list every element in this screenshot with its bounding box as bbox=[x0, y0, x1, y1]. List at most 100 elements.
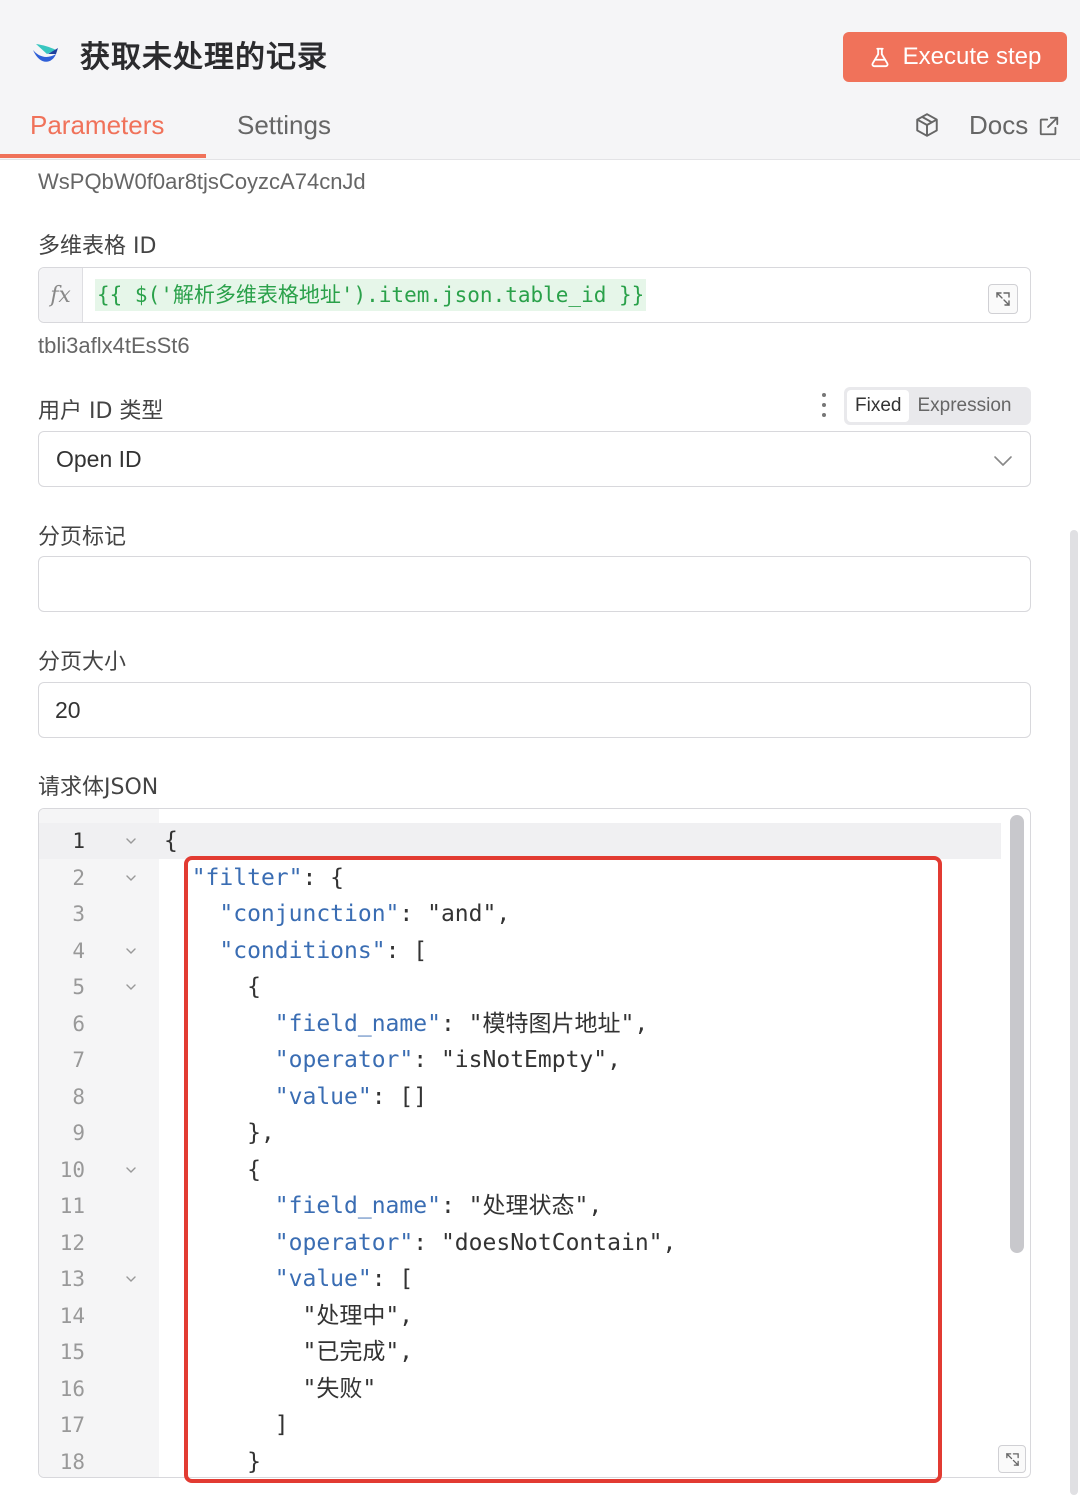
code-text: "conjunction": "and", bbox=[219, 901, 511, 927]
user-id-type-select[interactable]: Open ID bbox=[38, 431, 1031, 487]
code-line[interactable]: 9 }, bbox=[39, 1115, 1001, 1151]
toggle-expression[interactable]: Expression bbox=[909, 390, 1019, 422]
table-id-resolved-value: tbli3aflx4tEsSt6 bbox=[38, 333, 190, 358]
code-text: { bbox=[164, 974, 261, 1000]
code-text: "operator": "isNotEmpty", bbox=[274, 1047, 621, 1073]
tab-settings[interactable]: Settings bbox=[237, 110, 331, 141]
more-options-icon[interactable] bbox=[818, 393, 830, 417]
line-number: 8 bbox=[72, 1084, 85, 1109]
fold-arrow-icon[interactable] bbox=[125, 1273, 137, 1285]
code-text: "field_name": "模特图片地址", bbox=[274, 1010, 649, 1037]
code-line[interactable]: 11 "field_name": "处理状态", bbox=[39, 1188, 1001, 1224]
feishu-logo-icon bbox=[33, 44, 58, 62]
panel-scrollbar[interactable] bbox=[1070, 530, 1078, 1495]
fixed-expression-toggle: Fixed Expression bbox=[844, 387, 1031, 425]
flask-icon bbox=[871, 47, 889, 68]
chevron-down-icon bbox=[994, 456, 1012, 466]
code-line[interactable]: 5 { bbox=[39, 969, 1001, 1005]
json-code-editor[interactable]: 1{2 "filter": {3 "conjunction": "and", 4 … bbox=[38, 808, 1031, 1478]
parameters-panel: WsPQbW0f0ar8tjsCoyzcA74cnJd 多维表格 ID fx {… bbox=[0, 160, 1080, 1495]
line-number: 11 bbox=[59, 1194, 85, 1218]
line-number: 9 bbox=[72, 1121, 85, 1145]
line-number: 16 bbox=[59, 1376, 85, 1401]
code-text: "处理中", bbox=[164, 1302, 414, 1329]
node-header: 获取未处理的记录 Execute step Parameters Setting… bbox=[0, 0, 1080, 160]
code-line[interactable]: 3 "conjunction": "and", bbox=[39, 896, 1001, 932]
line-number: 15 bbox=[59, 1340, 85, 1364]
editor-expand-icon[interactable] bbox=[998, 1445, 1026, 1473]
code-text: "value": [ bbox=[274, 1266, 414, 1292]
code-text: "失败" bbox=[164, 1375, 377, 1402]
code-line[interactable]: 16 "失败" bbox=[39, 1371, 1001, 1407]
user-id-type-value: Open ID bbox=[56, 446, 142, 472]
node-title: 获取未处理的记录 bbox=[80, 40, 328, 75]
code-line[interactable]: 7 "operator": "isNotEmpty", bbox=[39, 1042, 1001, 1078]
expand-icon[interactable] bbox=[988, 284, 1018, 314]
fold-arrow-icon[interactable] bbox=[125, 945, 137, 957]
code-line[interactable]: 15 "已完成", bbox=[39, 1334, 1001, 1370]
page-token-field[interactable] bbox=[39, 557, 1030, 611]
line-number: 14 bbox=[59, 1303, 85, 1328]
toggle-fixed[interactable]: Fixed bbox=[847, 390, 910, 422]
line-number: 10 bbox=[59, 1157, 85, 1182]
code-text: "operator": "doesNotContain", bbox=[274, 1229, 677, 1256]
fx-icon: fx bbox=[39, 268, 83, 322]
line-number: 17 bbox=[59, 1413, 85, 1437]
code-line[interactable]: 1{ bbox=[39, 823, 1001, 859]
code-line[interactable]: 18 } bbox=[39, 1444, 1001, 1478]
line-number: 3 bbox=[72, 902, 85, 926]
line-number: 18 bbox=[59, 1449, 85, 1474]
code-line[interactable]: 8 "value": [] bbox=[39, 1079, 1001, 1115]
docs-link[interactable]: Docs bbox=[969, 110, 1060, 141]
page-token-input[interactable] bbox=[38, 556, 1031, 612]
line-number: 2 bbox=[72, 865, 85, 890]
code-line[interactable]: 6 "field_name": "模特图片地址", bbox=[39, 1006, 1001, 1042]
code-text: }, bbox=[164, 1120, 275, 1146]
code-text: "field_name": "处理状态", bbox=[274, 1193, 603, 1219]
docs-label: Docs bbox=[969, 110, 1029, 140]
external-link-icon bbox=[1040, 116, 1059, 135]
code-line[interactable]: 12 "operator": "doesNotContain", bbox=[39, 1225, 1001, 1261]
code-line[interactable]: 10 { bbox=[39, 1152, 1001, 1188]
code-text: { bbox=[164, 828, 178, 854]
fold-arrow-icon[interactable] bbox=[125, 981, 137, 993]
code-text: "conditions": [ bbox=[219, 937, 428, 964]
page-token-label: 分页标记 bbox=[38, 525, 127, 550]
line-number: 5 bbox=[72, 975, 85, 999]
code-line[interactable]: 14 "处理中", bbox=[39, 1298, 1001, 1334]
header-top: 获取未处理的记录 Execute step bbox=[0, 0, 1080, 100]
code-text: "已完成", bbox=[164, 1339, 414, 1365]
code-line[interactable]: 2 "filter": { bbox=[39, 860, 1001, 896]
tab-bar: Parameters Settings Docs bbox=[0, 100, 1080, 160]
tab-parameters[interactable]: Parameters bbox=[30, 110, 164, 141]
code-line[interactable]: 4 "conditions": [ bbox=[39, 933, 1001, 969]
editor-scrollbar[interactable] bbox=[1010, 815, 1024, 1253]
fold-arrow-icon[interactable] bbox=[125, 835, 137, 847]
execute-step-label: Execute step bbox=[902, 43, 1042, 70]
body-json-label: 请求体JSON bbox=[38, 775, 159, 800]
line-number: 4 bbox=[72, 938, 85, 963]
user-id-type-label: 用户 ID 类型 bbox=[38, 399, 164, 424]
table-id-expression[interactable]: {{ $('解析多维表格地址').item.json.table_id }} bbox=[95, 279, 647, 311]
fold-arrow-icon[interactable] bbox=[125, 1164, 137, 1176]
table-id-label: 多维表格 ID bbox=[38, 234, 157, 259]
code-line[interactable]: 17 ] bbox=[39, 1407, 1001, 1443]
page-size-input[interactable] bbox=[38, 682, 1031, 738]
line-number: 7 bbox=[72, 1048, 85, 1072]
code-text: } bbox=[164, 1448, 261, 1475]
line-number: 13 bbox=[59, 1267, 85, 1291]
code-text: "value": [] bbox=[274, 1083, 428, 1110]
code-line[interactable]: 13 "value": [ bbox=[39, 1261, 1001, 1297]
page-size-field[interactable] bbox=[39, 683, 1030, 737]
table-id-expression-field[interactable]: fx {{ $('解析多维表格地址').item.json.table_id }… bbox=[38, 267, 1031, 323]
line-number: 6 bbox=[72, 1011, 85, 1036]
line-number: 12 bbox=[59, 1230, 85, 1255]
code-text: { bbox=[164, 1156, 261, 1183]
active-tab-indicator bbox=[0, 154, 206, 158]
code-text: ] bbox=[164, 1412, 289, 1438]
page-size-label: 分页大小 bbox=[38, 650, 127, 675]
cube-icon[interactable] bbox=[914, 112, 940, 138]
previous-field-hint: WsPQbW0f0ar8tjsCoyzcA74cnJd bbox=[38, 169, 366, 194]
fold-arrow-icon[interactable] bbox=[125, 872, 137, 884]
execute-step-button[interactable]: Execute step bbox=[843, 32, 1067, 82]
